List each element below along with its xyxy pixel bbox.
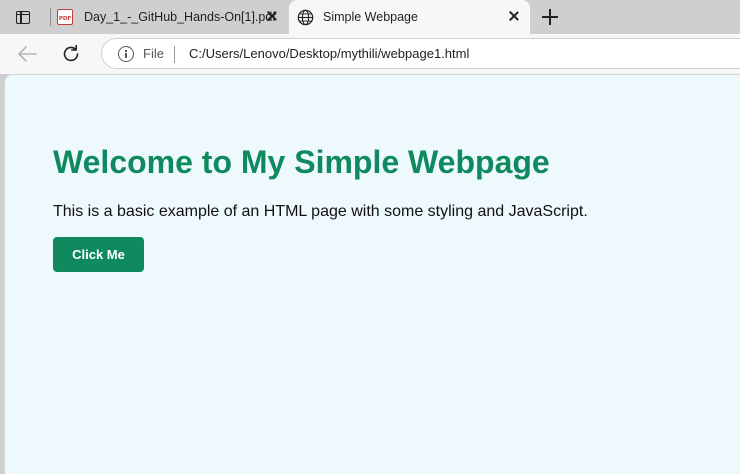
close-tab-icon[interactable]: [507, 9, 521, 23]
tab-title: Day_1_-_GitHub_Hands-On[1].pdf: [84, 10, 276, 24]
click-me-button[interactable]: Click Me: [53, 237, 144, 272]
page-heading: Welcome to My Simple Webpage: [53, 144, 550, 180]
new-tab-icon[interactable]: [541, 8, 559, 26]
page-viewport: Welcome to My Simple Webpage This is a b…: [4, 74, 740, 474]
tab-actions-icon: [16, 10, 30, 24]
tab-simple-webpage[interactable]: Simple Webpage: [289, 0, 530, 34]
info-icon[interactable]: [118, 46, 134, 62]
address-divider: [174, 46, 175, 63]
reload-icon[interactable]: [60, 43, 82, 65]
tab-actions-button[interactable]: [0, 0, 48, 34]
pdf-icon-label: PDF: [58, 16, 72, 22]
tab-strip: PDF Day_1_-_GitHub_Hands-On[1].pdf Simpl…: [0, 0, 740, 34]
scheme-label: File: [143, 46, 164, 61]
address-bar[interactable]: File C:/Users/Lenovo/Desktop/mythili/web…: [101, 38, 740, 69]
tab-pdf-document[interactable]: PDF Day_1_-_GitHub_Hands-On[1].pdf: [52, 0, 288, 34]
globe-icon: [297, 9, 314, 26]
close-tab-icon[interactable]: [265, 9, 279, 23]
tab-divider: [50, 8, 51, 26]
url-text[interactable]: C:/Users/Lenovo/Desktop/mythili/webpage1…: [189, 46, 469, 61]
tab-title: Simple Webpage: [323, 10, 418, 24]
pdf-icon: PDF: [57, 9, 73, 25]
back-arrow-icon[interactable]: [16, 44, 38, 64]
page-paragraph: This is a basic example of an HTML page …: [53, 203, 588, 220]
browser-toolbar: File C:/Users/Lenovo/Desktop/mythili/web…: [0, 34, 740, 74]
